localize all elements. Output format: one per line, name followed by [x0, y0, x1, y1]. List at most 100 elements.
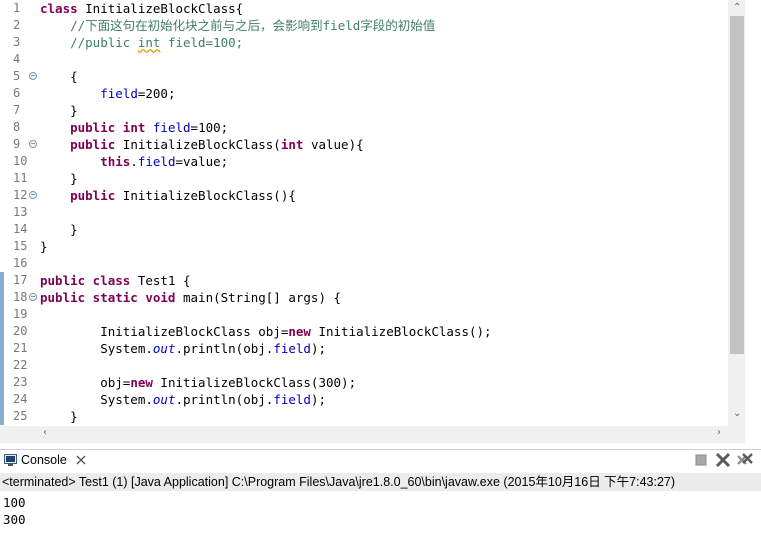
code-token: //下面这句在初始化块之前与之后，会影响到field字段的初始值	[70, 18, 436, 33]
code-line[interactable]: 4	[0, 51, 728, 68]
scroll-left-arrow-icon[interactable]: ‹	[43, 427, 47, 438]
code-line[interactable]: 22	[0, 357, 728, 374]
code-line[interactable]: 8 public int field=100;	[0, 119, 728, 136]
code-line[interactable]: 7 }	[0, 102, 728, 119]
code-line[interactable]: 25 }	[0, 408, 728, 425]
code-line[interactable]: 24 System.out.println(obj.field);	[0, 391, 728, 408]
line-number: 20	[13, 324, 28, 338]
scroll-right-arrow-icon[interactable]: ›	[717, 427, 721, 438]
line-number: 5	[13, 69, 21, 83]
code-line[interactable]: 10 this.field=value;	[0, 153, 728, 170]
code-token: =200;	[137, 86, 176, 101]
code-text: }	[40, 221, 78, 238]
fold-toggle-icon[interactable]: −	[29, 191, 37, 199]
code-token: System.	[40, 392, 153, 407]
code-line[interactable]: 1 class InitializeBlockClass{	[0, 0, 728, 17]
code-token: InitializeBlockClass(	[122, 137, 281, 152]
code-text: field=200;	[40, 85, 176, 102]
code-token: out	[152, 341, 176, 356]
fold-toggle-icon[interactable]: −	[29, 293, 37, 301]
line-number: 14	[13, 222, 28, 236]
console-icon	[4, 454, 17, 466]
line-number: 11	[13, 171, 28, 185]
console-tab-bar: Console	[0, 449, 761, 472]
code-token: Test1 {	[137, 273, 191, 288]
line-number: 24	[13, 392, 28, 406]
code-line[interactable]: 17 public class Test1 {	[0, 272, 728, 289]
line-number: 17	[13, 273, 28, 287]
code-token: System.	[40, 341, 153, 356]
code-line[interactable]: 23 obj=new InitializeBlockClass(300);	[0, 374, 728, 391]
code-line[interactable]: 18− public static void main(String[] args…	[0, 289, 728, 306]
code-line[interactable]: 19	[0, 306, 728, 323]
code-token: public	[70, 137, 123, 152]
remove-all-icon[interactable]	[737, 452, 753, 468]
horizontal-scrollbar[interactable]	[0, 426, 745, 443]
code-area[interactable]: 1 class InitializeBlockClass{2 //下面这句在初始化…	[0, 0, 728, 426]
code-token: field	[273, 341, 311, 356]
fold-toggle-icon[interactable]: −	[29, 72, 37, 80]
line-number: 10	[13, 154, 28, 168]
line-number: 15	[13, 239, 28, 253]
code-token: class	[40, 1, 86, 16]
close-icon[interactable]	[76, 455, 86, 465]
remove-icon[interactable]	[715, 452, 731, 468]
code-token: main(String[] args) {	[183, 290, 342, 305]
line-number: 8	[13, 120, 21, 134]
code-line[interactable]: 12− public InitializeBlockClass(){	[0, 187, 728, 204]
code-token: new	[288, 324, 319, 339]
code-token: }	[40, 222, 78, 237]
code-token: public class	[40, 273, 138, 288]
code-line[interactable]: 11 }	[0, 170, 728, 187]
code-token: );	[310, 392, 327, 407]
code-text: class InitializeBlockClass{	[40, 0, 243, 17]
code-line[interactable]: 5− {	[0, 68, 728, 85]
code-token: //public	[70, 35, 138, 50]
code-text: {	[40, 68, 78, 85]
vertical-scrollbar-thumb[interactable]	[730, 16, 744, 354]
code-token: .	[130, 154, 138, 169]
code-line[interactable]: 20 InitializeBlockClass obj=new Initiali…	[0, 323, 728, 340]
code-line[interactable]: 13	[0, 204, 728, 221]
stop-icon[interactable]	[693, 452, 709, 468]
code-text: //下面这句在初始化块之前与之后，会影响到field字段的初始值	[40, 17, 435, 34]
scroll-down-arrow-icon[interactable]: ⌄	[733, 408, 741, 419]
code-token: InitializeBlockClass(300);	[160, 375, 357, 390]
code-line[interactable]: 16	[0, 255, 728, 272]
code-token: InitializeBlockClass();	[318, 324, 492, 339]
line-number: 3	[13, 35, 21, 49]
code-token: int	[137, 35, 161, 50]
code-token: field	[100, 86, 138, 101]
scroll-up-arrow-icon[interactable]: ⌃	[733, 2, 741, 13]
code-line[interactable]: 14 }	[0, 221, 728, 238]
code-token: .println(obj.	[175, 341, 274, 356]
code-token: }	[40, 171, 78, 186]
code-line[interactable]: 3 //public int field=100;	[0, 34, 728, 51]
code-token: this	[100, 154, 131, 169]
line-number: 9	[13, 137, 21, 151]
code-line[interactable]: 15}	[0, 238, 728, 255]
code-text: }	[40, 170, 78, 187]
fold-toggle-icon[interactable]: −	[29, 140, 37, 148]
code-line[interactable]: 2 //下面这句在初始化块之前与之后，会影响到field字段的初始值	[0, 17, 728, 34]
code-text: System.out.println(obj.field);	[40, 391, 326, 408]
code-line[interactable]: 6 field=200;	[0, 85, 728, 102]
code-token: =100;	[190, 120, 229, 135]
line-number: 7	[13, 103, 21, 117]
code-editor[interactable]: 1 class InitializeBlockClass{2 //下面这句在初始化…	[0, 0, 761, 443]
code-token: );	[310, 341, 327, 356]
code-line[interactable]: 9− public InitializeBlockClass(int value…	[0, 136, 728, 153]
line-number: 16	[13, 256, 28, 270]
code-line[interactable]: 21 System.out.println(obj.field);	[0, 340, 728, 357]
line-number: 19	[13, 307, 28, 321]
code-text: }	[40, 102, 78, 119]
line-number: 22	[13, 358, 28, 372]
code-token: value){	[310, 137, 364, 152]
code-text: public static void main(String[] args) {	[40, 289, 341, 306]
code-token: .println(obj.	[175, 392, 274, 407]
code-token: public int	[70, 120, 153, 135]
code-token: {	[40, 69, 78, 84]
